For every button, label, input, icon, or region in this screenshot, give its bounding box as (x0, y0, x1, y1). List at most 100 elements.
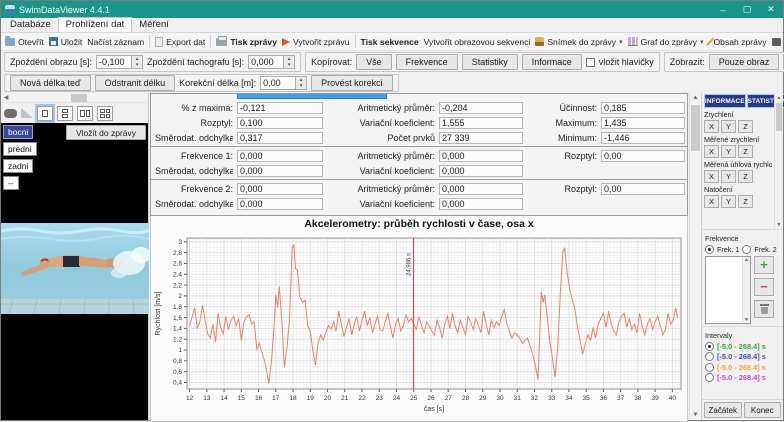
tacho-delay-value[interactable]: 0,000 (248, 55, 284, 69)
insert-headers-checkbox[interactable] (586, 58, 595, 67)
stat-value[interactable]: -0,121 (237, 102, 323, 114)
correction-length-value[interactable]: 0,00 (260, 76, 296, 90)
maximize-button[interactable]: ▢ (735, 1, 759, 18)
axis-y-button[interactable]: Y (721, 195, 736, 208)
open-button[interactable]: Otevřít (5, 37, 44, 47)
layout-quad-button[interactable] (97, 106, 113, 121)
axis-x-button[interactable]: X (704, 195, 719, 208)
axis-x-button[interactable]: X (704, 170, 719, 183)
frequency-listbox[interactable]: ▲▼ (705, 256, 751, 324)
main-vertical-scrollbar[interactable]: ▲ ▼ (689, 93, 701, 420)
stat-value[interactable]: -1,446 (601, 132, 685, 144)
create-image-sequence-button[interactable]: Vytvořit obrazovou sekvenci (424, 37, 531, 47)
stat-value[interactable]: 0,00 (601, 183, 685, 195)
interval-radio[interactable] (705, 373, 714, 382)
image-delay-spinner[interactable]: -0,100▲▼ (96, 55, 143, 69)
menu-prohlizeni-dat[interactable]: Prohlížení dat (58, 17, 133, 32)
spinner-arrows[interactable]: ▲▼ (132, 55, 143, 69)
signals-scrollbar[interactable]: ▲ ▼ (774, 93, 783, 229)
load-record-button[interactable]: Načíst záznam (87, 37, 144, 47)
insert-to-report-button[interactable]: Vložit do zprávy (66, 125, 146, 140)
show-image-only-button[interactable]: Pouze obraz (709, 54, 780, 70)
stat-value[interactable]: 0,000 (439, 198, 523, 210)
snapshot-to-report-button[interactable]: Snímek do zprávy▾ (535, 37, 622, 47)
export-data-button[interactable]: Export dat (155, 37, 205, 47)
axis-z-button[interactable]: Z (738, 195, 753, 208)
stat-value[interactable]: 27 339 (439, 132, 523, 144)
copy-frequencies-button[interactable]: Frekvence (396, 54, 458, 70)
axis-x-button[interactable]: X (704, 120, 719, 133)
copy-all-button[interactable]: Vše (356, 54, 392, 70)
spinner-arrows[interactable]: ▲▼ (296, 76, 307, 90)
stat-value[interactable]: 0,000 (237, 198, 323, 210)
stat-value[interactable]: 0,100 (237, 117, 323, 129)
axis-z-button[interactable]: Z (738, 145, 753, 158)
stat-value[interactable]: 0,000 (439, 183, 523, 195)
menu-mereni[interactable]: Měření (132, 18, 176, 32)
video-horizontal-scrollbar[interactable]: ◀ (1, 93, 148, 103)
delete-all-button[interactable] (754, 300, 774, 318)
axis-z-button[interactable]: Z (738, 170, 753, 183)
remove-length-button[interactable]: Odstranit délku (95, 75, 176, 91)
interval-radio[interactable] (705, 352, 714, 361)
stat-value[interactable]: -0,204 (439, 102, 523, 114)
listbox-scrollbar[interactable]: ▲▼ (742, 257, 750, 323)
stat-value[interactable]: 0,317 (237, 132, 323, 144)
create-report-button[interactable]: Vytvořit zprávu (282, 37, 350, 47)
scrollbar-thumb[interactable] (691, 105, 700, 151)
image-delay-value[interactable]: -0,100 (96, 55, 132, 69)
layout-two-rows-button[interactable] (57, 106, 73, 121)
scroll-down-arrow-icon[interactable]: ▼ (777, 220, 782, 229)
begin-button[interactable]: Začátek (704, 402, 742, 418)
save-button[interactable]: Uložit (49, 37, 83, 47)
frek2-radio[interactable] (742, 245, 751, 254)
scrollbar-thumb[interactable] (776, 103, 782, 131)
copy-information-button[interactable]: Informace (522, 54, 582, 70)
graph-to-report-button[interactable]: Graf do zprávy▾ (628, 37, 704, 47)
apply-correction-button[interactable]: Provést korekci (311, 75, 393, 91)
tacho-delay-spinner[interactable]: 0,000▲▼ (248, 55, 295, 69)
scrollbar-thumb[interactable] (71, 94, 87, 102)
axis-y-button[interactable]: Y (721, 170, 736, 183)
stat-value[interactable]: 1,555 (439, 117, 523, 129)
tab-informace[interactable]: INFORMACE (704, 94, 746, 108)
stat-value[interactable]: 0,000 (439, 150, 523, 162)
layout-single-button[interactable] (37, 106, 53, 121)
axis-z-button[interactable]: Z (738, 120, 753, 133)
end-button[interactable]: Konec (744, 402, 782, 418)
view-zadni-button[interactable]: zadni (3, 159, 33, 173)
stat-value[interactable]: 0,185 (601, 102, 685, 114)
stat-value[interactable]: 0,000 (237, 183, 323, 195)
layout-two-columns-button[interactable] (77, 106, 93, 121)
video-view[interactable]: bocni predni zadni -- Vložit do zprávy (1, 123, 148, 420)
print-report-button[interactable]: Tisk zprávy (216, 37, 277, 47)
add-button[interactable]: + (754, 256, 774, 274)
axis-x-button[interactable]: X (704, 145, 719, 158)
stat-value[interactable]: 1,435 (601, 117, 685, 129)
close-button[interactable]: ✕ (759, 1, 783, 18)
scroll-left-arrow-icon[interactable]: ◀ (1, 94, 11, 101)
scrollbar-track[interactable] (775, 102, 783, 220)
scroll-up-arrow-icon[interactable]: ▲ (693, 93, 699, 103)
new-length-button[interactable]: Nová délka teď (10, 75, 91, 91)
remove-button[interactable]: − (754, 278, 774, 296)
scroll-up-arrow-icon[interactable]: ▲ (744, 257, 749, 263)
stat-value[interactable]: 0,00 (601, 150, 685, 162)
selected-field[interactable] (237, 93, 387, 99)
menu-databaze[interactable]: Databáze (3, 18, 58, 32)
copy-statistics-button[interactable]: Statistiky (462, 54, 518, 70)
view-predni-button[interactable]: predni (3, 142, 37, 156)
interval-radio[interactable] (705, 342, 714, 351)
spinner-arrows[interactable]: ▲▼ (284, 55, 295, 69)
scrollbar-track[interactable] (690, 103, 701, 410)
report-content-button[interactable]: Obsah zprávy (709, 37, 767, 47)
scroll-down-arrow-icon[interactable]: ▼ (693, 410, 699, 420)
axis-y-button[interactable]: Y (721, 145, 736, 158)
scroll-down-arrow-icon[interactable]: ▼ (744, 317, 749, 323)
window-snapshot-button[interactable]: Snímek okna (772, 37, 783, 47)
velocity-time-chart[interactable]: 1213141516171819202122232425262728293031… (151, 233, 689, 419)
print-sequence-button[interactable]: Tisk sekvence (361, 37, 419, 47)
scrollbar-track[interactable] (11, 94, 148, 102)
blob-icon[interactable] (4, 109, 17, 118)
interval-radio[interactable] (705, 363, 714, 372)
